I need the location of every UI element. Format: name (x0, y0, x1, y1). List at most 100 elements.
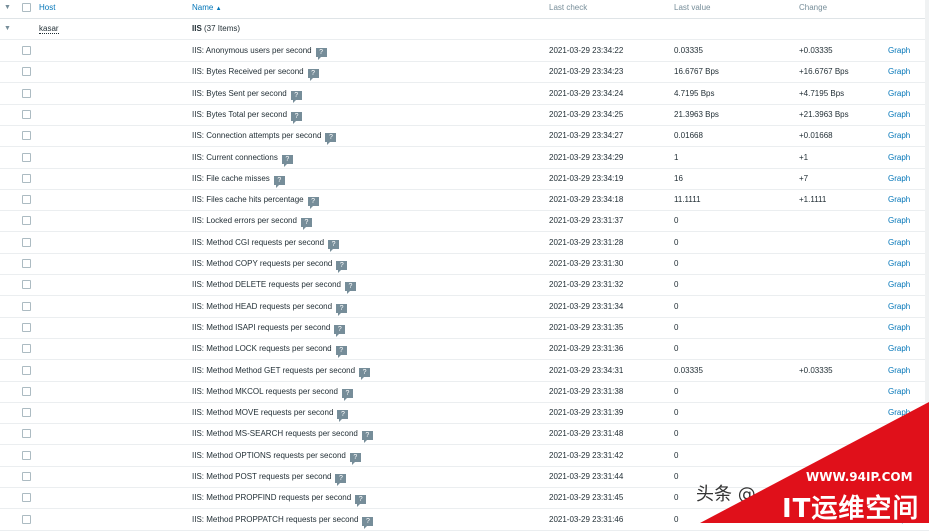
row-checkbox[interactable] (22, 237, 31, 247)
help-icon[interactable]: ? (355, 495, 367, 508)
help-icon[interactable]: ? (334, 324, 346, 337)
help-icon[interactable]: ? (315, 48, 327, 60)
row-checkbox[interactable] (22, 472, 31, 481)
graph-link[interactable]: Graph (888, 323, 910, 332)
help-icon[interactable]: ? (359, 367, 371, 380)
item-name-label: IIS: Method HEAD requests per second (192, 301, 333, 311)
row-checkbox[interactable] (22, 429, 31, 439)
row-checkbox[interactable] (22, 46, 31, 55)
graph-link[interactable]: Graph (888, 302, 910, 311)
collapse-all-icon[interactable]: ▼ (4, 4, 11, 11)
item-name: IIS: File cache misses? (192, 174, 285, 188)
help-icon[interactable]: ? (328, 239, 340, 252)
graph-link[interactable]: Graph (888, 153, 910, 162)
last-value-cell: 11.1111 (674, 195, 701, 205)
last-value-cell: 1 (674, 152, 679, 162)
item-name-label: IIS: Method PROPPATCH requests per secon… (192, 514, 359, 524)
graph-link[interactable]: Graph (888, 89, 910, 98)
item-name-label: IIS: Method OPTIONS requests per second (192, 450, 346, 460)
row-checkbox[interactable] (22, 365, 31, 375)
select-all-checkbox[interactable] (22, 3, 31, 12)
change-cell: +1.1111 (799, 195, 827, 205)
last-value-cell: 0 (674, 259, 679, 268)
last-check-cell: 2021-03-29 23:31:34 (549, 301, 624, 311)
item-name: IIS: Method MS-SEARCH requests per secon… (192, 429, 373, 444)
collapse-group-icon[interactable]: ▼ (4, 25, 11, 32)
help-icon[interactable]: ? (300, 218, 312, 231)
item-name: IIS: Locked errors per second? (192, 216, 312, 231)
help-icon[interactable]: ? (325, 133, 337, 146)
row-checkbox[interactable] (22, 259, 31, 268)
row-checkbox[interactable] (22, 301, 31, 311)
row-checkbox[interactable] (22, 322, 31, 332)
graph-link[interactable]: Graph (888, 216, 910, 225)
help-icon[interactable]: ? (342, 388, 353, 401)
last-value-cell: 0 (674, 237, 679, 247)
help-icon[interactable]: ? (335, 474, 347, 486)
item-name-label: IIS: Method COPY requests per second (192, 259, 333, 268)
help-icon[interactable]: ? (344, 282, 356, 295)
help-icon[interactable]: ? (362, 516, 374, 529)
graph-link[interactable]: Graph (888, 259, 910, 268)
help-icon[interactable]: ? (361, 431, 373, 444)
help-icon[interactable]: ? (291, 111, 303, 124)
row-checkbox[interactable] (22, 280, 31, 290)
row-checkbox[interactable] (22, 493, 31, 503)
group-host[interactable]: kasar (39, 24, 59, 34)
graph-link[interactable]: Graph (888, 195, 910, 204)
help-icon[interactable]: ? (349, 452, 361, 465)
item-name: IIS: Method PROPFIND requests per second… (192, 493, 367, 508)
row-checkbox[interactable] (22, 152, 31, 162)
last-check-cell: 2021-03-29 23:31:28 (549, 237, 624, 247)
change-cell: +1 (799, 152, 809, 162)
item-name-label: IIS: Method LOCK requests per second (192, 344, 332, 354)
help-icon[interactable]: ? (290, 90, 302, 103)
help-icon[interactable]: ? (281, 154, 293, 167)
last-value-cell: 0 (674, 322, 679, 332)
graph-link[interactable]: Graph (888, 46, 910, 55)
graph-link[interactable]: Graph (888, 366, 910, 375)
item-name: IIS: Method MOVE requests per second? (192, 408, 349, 423)
graph-link[interactable]: Graph (888, 67, 910, 76)
last-value-cell: 16.6767 Bps (674, 67, 719, 77)
graph-link[interactable]: Graph (888, 174, 910, 183)
help-icon[interactable]: ? (337, 410, 349, 423)
help-icon[interactable]: ? (307, 69, 319, 82)
help-icon[interactable]: ? (335, 346, 347, 359)
item-name-label: IIS: Bytes Received per second (192, 67, 304, 77)
graph-link[interactable]: Graph (888, 387, 910, 396)
row-checkbox[interactable] (22, 408, 31, 418)
row-checkbox[interactable] (22, 216, 31, 226)
row-checkbox[interactable] (22, 131, 31, 141)
row-checkbox[interactable] (22, 173, 31, 183)
graph-link[interactable]: Graph (888, 238, 910, 247)
row-checkbox[interactable] (22, 514, 31, 524)
last-value-cell: 0 (674, 472, 679, 481)
graph-link[interactable]: Graph (888, 131, 910, 140)
table-row: IIS: Locked errors per second? 2021-03-29… (0, 210, 929, 233)
help-icon[interactable]: ? (336, 261, 348, 273)
table-row: IIS: Bytes Total per second? 2021-03-29 2… (0, 104, 929, 126)
graph-link[interactable]: Graph (888, 280, 910, 289)
row-checkbox[interactable] (22, 109, 31, 119)
help-icon[interactable]: ? (336, 303, 348, 316)
last-check-cell: 2021-03-29 23:31:38 (549, 386, 624, 396)
row-checkbox[interactable] (22, 195, 31, 205)
last-check-cell: 2021-03-29 23:31:36 (549, 344, 624, 354)
last-value-cell: 0 (674, 301, 679, 311)
row-checkbox[interactable] (22, 386, 31, 396)
header-host[interactable]: Host (39, 3, 55, 12)
row-checkbox[interactable] (22, 67, 31, 77)
row-checkbox[interactable] (22, 344, 31, 354)
row-checkbox[interactable] (22, 450, 31, 460)
header-name[interactable]: Name ▲ (192, 3, 222, 12)
help-icon[interactable]: ? (273, 175, 285, 188)
help-icon[interactable]: ? (307, 197, 319, 210)
graph-link[interactable]: Graph (888, 110, 910, 119)
item-name: IIS: Method ISAPI requests per second? (192, 323, 346, 337)
table-row: IIS: Connection attempts per second? 2021… (0, 125, 929, 148)
item-name-label: IIS: Method CGI requests per second (192, 237, 325, 247)
last-check-cell: 2021-03-29 23:31:44 (549, 472, 624, 481)
graph-link[interactable]: Graph (888, 344, 910, 353)
row-checkbox[interactable] (22, 88, 31, 98)
